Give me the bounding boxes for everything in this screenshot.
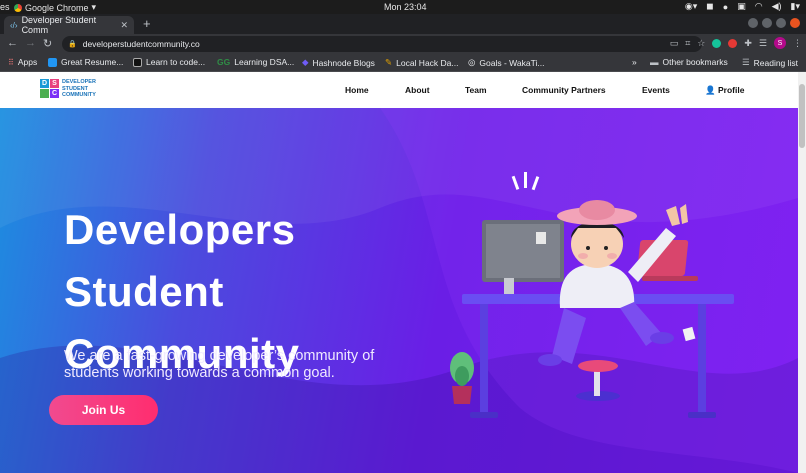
battery-icon[interactable]: ▮▾ (791, 1, 800, 12)
browser-toolbar: ← → ↻ 🔒 developerstudentcommunity.co ▭ ⌗… (0, 34, 806, 54)
new-tab-button[interactable]: + (143, 16, 151, 31)
reading-list[interactable]: ☰ Reading list (742, 57, 798, 68)
site-navbar: D S C DEVELOPER STUDENT COMMUNITY Home A… (0, 72, 798, 108)
qr-icon[interactable]: ⌗ (685, 38, 690, 49)
scrollbar-thumb[interactable] (799, 84, 805, 148)
mlh-icon: ✎ (385, 57, 393, 67)
os-top-bar: es Google Chrome ▾ Mon 23:04 ◉▾ ◼ ● ▣ ◠ … (0, 0, 806, 14)
minimize-icon[interactable] (762, 18, 772, 28)
hero-title-line-2: Student (64, 268, 224, 315)
chrome-tray-icon[interactable]: ● (723, 2, 728, 12)
discord-icon[interactable]: ◼ (706, 1, 713, 12)
nav-community-partners[interactable]: Community Partners (522, 85, 606, 95)
bookmark-learn-to-code[interactable]: Learn to code... (133, 57, 205, 67)
hero-title-line-1: Developers (64, 206, 296, 253)
chrome-icon (14, 3, 22, 12)
bookmarks-bar: ⠿ Apps Great Resume... Learn to code... … (0, 54, 806, 72)
hero-subtitle: We are a fast-growing developer’s commun… (64, 348, 375, 381)
freecodecamp-icon (133, 57, 142, 67)
user-icon: 👤 (705, 85, 716, 95)
accessibility-icon[interactable]: ◉▾ (685, 1, 697, 12)
apps-grid-icon: ⠿ (8, 57, 14, 67)
extension-red-icon[interactable] (728, 38, 738, 48)
wifi-icon[interactable]: ◠ (755, 1, 763, 12)
tab-search-icon[interactable] (748, 18, 758, 28)
toolbar-actions: ▭ ⌗ ☆ ✚ ☰ S ⋮ (670, 37, 802, 49)
bookmark-apps[interactable]: ⠿ Apps (8, 57, 37, 67)
bookmark-local-hack-day[interactable]: ✎ Local Hack Da... (385, 57, 459, 68)
tab-title: Developer Student Comm (21, 15, 97, 35)
resume-icon (48, 57, 57, 67)
reload-icon[interactable]: ↻ (43, 37, 52, 50)
extensions-icon[interactable]: ✚ (744, 38, 752, 49)
other-bookmarks[interactable]: ▬ Other bookmarks (650, 57, 728, 67)
cast-icon[interactable]: ▭ (670, 38, 679, 49)
nav-home[interactable]: Home (345, 85, 369, 95)
bookmark-hashnode[interactable]: ◆ Hashnode Blogs (302, 57, 375, 68)
close-icon[interactable]: ✕ (120, 20, 128, 31)
site-logo[interactable]: D S C DEVELOPER STUDENT COMMUNITY (40, 79, 96, 99)
bookmarks-overflow[interactable]: » (632, 57, 637, 67)
nav-profile[interactable]: 👤 Profile (705, 85, 744, 96)
screen-icon[interactable]: ▣ (737, 1, 746, 12)
tab-developer-student-community[interactable]: ‹/› Developer Student Comm ✕ (4, 15, 134, 35)
volume-icon[interactable]: ◀) (772, 1, 782, 12)
kebab-menu-icon[interactable]: ⋮ (793, 38, 802, 49)
developer-illustration (450, 172, 734, 418)
folder-icon: ▬ (650, 57, 659, 67)
nav-team[interactable]: Team (465, 85, 487, 95)
gfg-icon: GG (217, 57, 231, 67)
join-us-button[interactable]: Join Us (49, 395, 158, 425)
wakatime-icon: ◎ (468, 57, 476, 67)
logo-mark: D S C (40, 79, 59, 99)
chevron-down-icon: ▾ (91, 2, 97, 12)
clock[interactable]: Mon 23:04 (384, 2, 427, 12)
avatar[interactable]: S (774, 37, 786, 49)
maximize-icon[interactable] (776, 18, 786, 28)
bookmark-great-resume[interactable]: Great Resume... (48, 57, 123, 67)
lock-icon[interactable]: 🔒 (68, 40, 77, 48)
hero-section: Developers Student Community We are a fa… (0, 108, 798, 473)
bookmark-wakatime[interactable]: ◎ Goals - WakaTi... (468, 57, 544, 68)
reading-mode-icon[interactable]: ☰ (759, 38, 767, 49)
code-icon: ‹/› (10, 20, 18, 30)
back-icon[interactable]: ← (7, 37, 18, 49)
app-name: Google Chrome (25, 2, 89, 13)
activities-button[interactable]: es (0, 2, 10, 12)
nav-events[interactable]: Events (642, 85, 670, 95)
grammarly-icon[interactable] (712, 38, 722, 48)
nav-about[interactable]: About (405, 85, 430, 95)
logo-text: DEVELOPER STUDENT COMMUNITY (62, 79, 96, 98)
system-tray[interactable]: ◉▾ ◼ ● ▣ ◠ ◀) ▮▾ (685, 1, 800, 12)
forward-icon[interactable]: → (25, 37, 36, 49)
reading-list-icon: ☰ (742, 57, 750, 67)
tab-strip: ‹/› Developer Student Comm ✕ + (0, 14, 806, 35)
hashnode-icon: ◆ (302, 57, 309, 67)
page-scrollbar[interactable] (798, 72, 806, 473)
close-window-icon[interactable] (790, 18, 800, 28)
window-controls (748, 18, 800, 28)
web-page: D S C DEVELOPER STUDENT COMMUNITY Home A… (0, 72, 798, 473)
star-icon[interactable]: ☆ (697, 38, 705, 49)
url-text: developerstudentcommunity.co (82, 39, 200, 49)
bookmark-learning-dsa[interactable]: GG Learning DSA... (217, 57, 294, 67)
address-bar[interactable]: 🔒 developerstudentcommunity.co (62, 36, 702, 52)
app-menu[interactable]: Google Chrome ▾ (14, 2, 96, 13)
